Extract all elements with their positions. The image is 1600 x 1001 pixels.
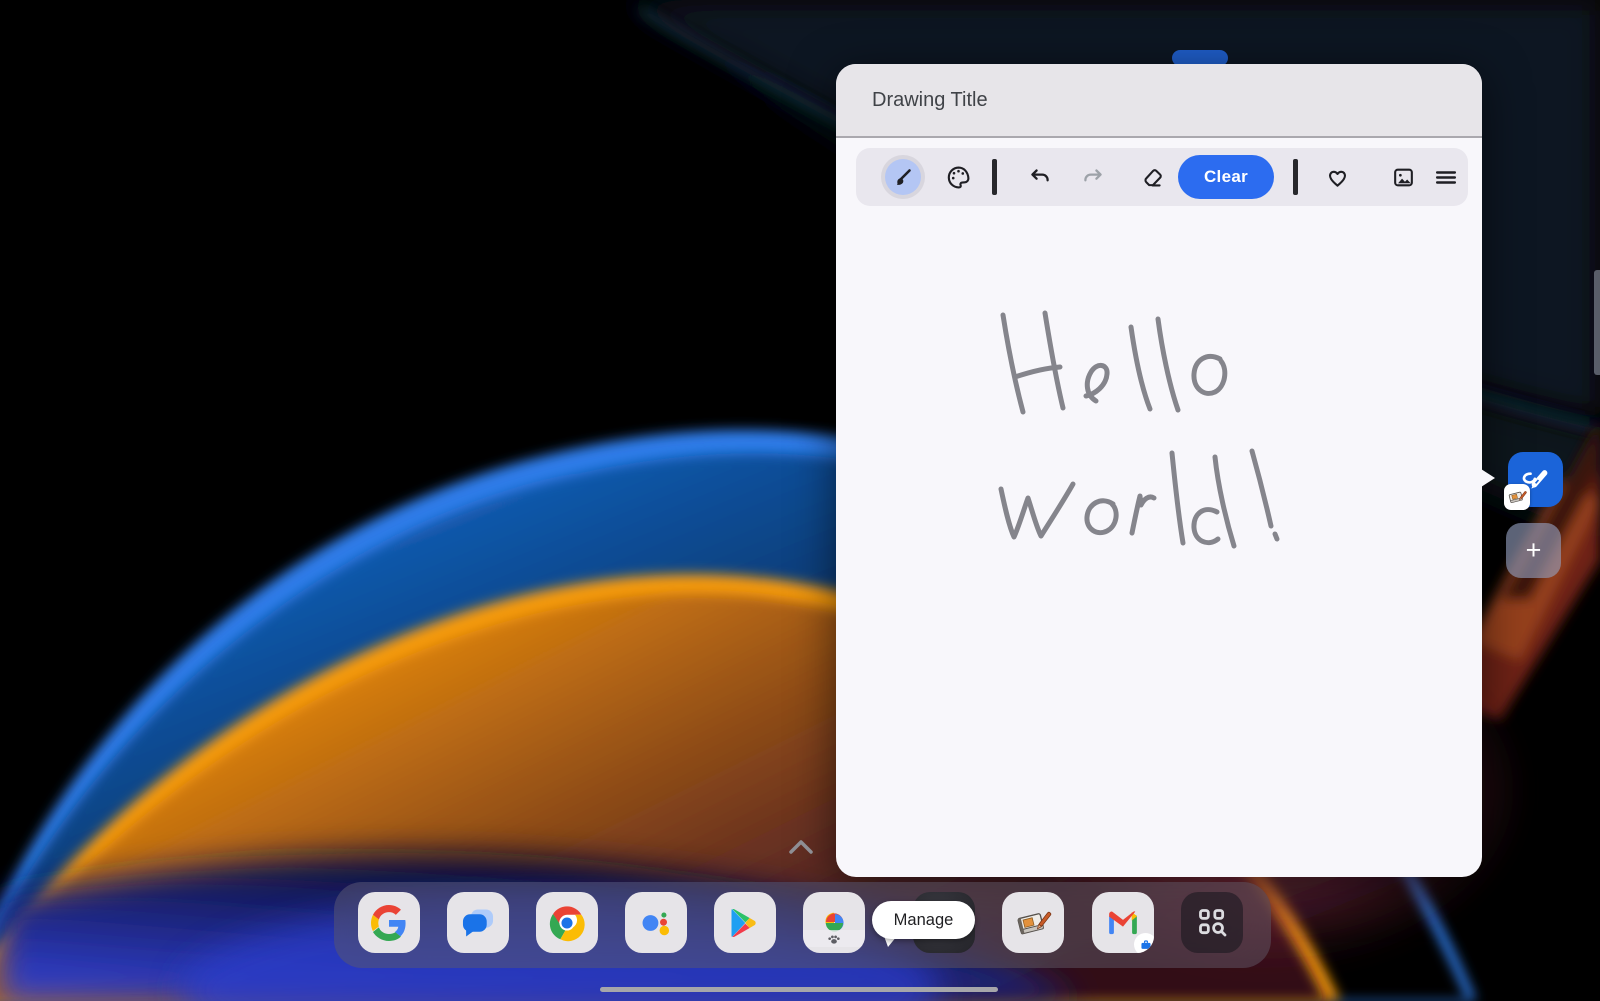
window-title: Drawing Title <box>872 89 988 112</box>
favorite-button[interactable] <box>1325 165 1350 190</box>
insert-image-button[interactable] <box>1391 165 1416 190</box>
chrome-icon <box>548 904 586 942</box>
dock-app-messages[interactable] <box>447 892 509 953</box>
redo-button[interactable] <box>1081 165 1105 189</box>
app-drawer-search-icon <box>1194 904 1231 941</box>
google-icon <box>371 905 407 941</box>
dock-app-drawer[interactable] <box>1181 892 1243 953</box>
drawing-app-bubble[interactable] <box>1508 452 1563 507</box>
journal-app-badge <box>1504 484 1530 510</box>
drawing-toolbar: Clear <box>856 148 1468 206</box>
dock-app-chrome[interactable] <box>536 892 598 953</box>
plus-icon: + <box>1526 535 1542 566</box>
undo-button[interactable] <box>1028 165 1052 189</box>
window-titlebar[interactable]: Drawing Title <box>836 64 1482 138</box>
supervised-badge-band <box>803 930 865 947</box>
assistant-icon <box>637 904 675 942</box>
brush-icon <box>891 165 915 189</box>
work-profile-badge <box>1134 933 1154 953</box>
taskbar-dock <box>334 882 1271 968</box>
manage-label: Manage <box>894 911 954 930</box>
dock-app-photos[interactable] <box>803 892 865 953</box>
edge-scrollbar[interactable] <box>1594 270 1600 375</box>
redo-icon <box>1081 165 1105 189</box>
clear-button[interactable]: Clear <box>1178 155 1274 199</box>
eraser-icon <box>1139 165 1164 190</box>
journal-icon <box>1014 904 1052 942</box>
briefcase-icon <box>1139 938 1153 952</box>
overflow-menu-button[interactable] <box>1433 165 1459 190</box>
journal-mini-icon <box>1507 487 1527 507</box>
android-desktop: Drawing Title <box>0 0 1600 1001</box>
undo-icon <box>1028 165 1052 189</box>
paw-icon <box>826 932 842 946</box>
messages-icon <box>459 904 497 942</box>
dock-app-assistant[interactable] <box>625 892 687 953</box>
dock-app-journal[interactable] <box>1002 892 1064 953</box>
image-icon <box>1391 165 1416 190</box>
palette-icon <box>945 164 972 191</box>
play-store-icon <box>727 905 763 941</box>
drawing-app-window: Drawing Title <box>836 64 1482 877</box>
hamburger-menu-icon <box>1433 165 1459 190</box>
handwriting-strokes <box>1001 313 1277 546</box>
dock-app-google[interactable] <box>358 892 420 953</box>
heart-icon <box>1325 165 1350 190</box>
add-bubble-button[interactable]: + <box>1506 523 1561 578</box>
drawing-canvas[interactable] <box>836 138 1482 877</box>
gesture-navigation-bar[interactable] <box>600 987 998 992</box>
palette-tool-button[interactable] <box>945 164 972 191</box>
brush-tool-button[interactable] <box>885 159 921 195</box>
dock-app-play-store[interactable] <box>714 892 776 953</box>
bubble-pointer-arrow <box>1481 469 1495 487</box>
dock-app-gmail[interactable] <box>1092 892 1154 953</box>
toolbar-divider <box>992 159 997 195</box>
eraser-tool-button[interactable] <box>1139 165 1164 190</box>
dock-expand-caret-icon[interactable] <box>789 838 813 856</box>
manage-button[interactable]: Manage <box>872 901 975 939</box>
toolbar-divider <box>1293 159 1298 195</box>
